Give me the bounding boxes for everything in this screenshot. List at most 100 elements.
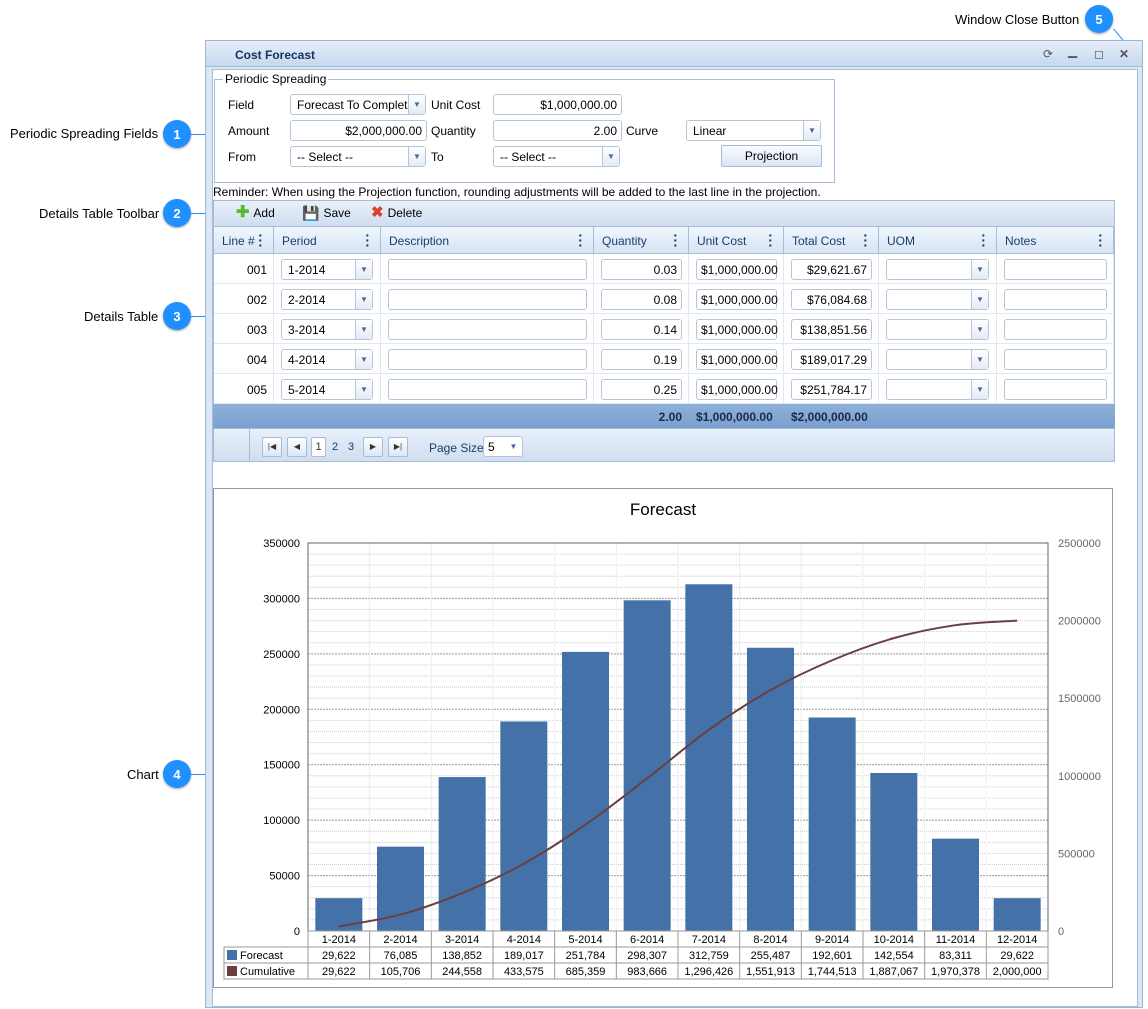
period-select[interactable]: 1-2014 ▼ bbox=[281, 259, 373, 280]
column-menu-icon[interactable]: · · · bbox=[578, 228, 583, 252]
unit-cost-input[interactable]: $1,000,000.00 bbox=[493, 94, 622, 115]
chevron-down-icon[interactable]: ▼ bbox=[355, 380, 372, 399]
from-select[interactable]: -- Select -- ▼ bbox=[290, 146, 426, 167]
minimize-icon[interactable]: ▁ bbox=[1068, 44, 1077, 58]
total-cost-input[interactable]: $251,784.17 bbox=[791, 379, 872, 400]
notes-input[interactable] bbox=[1004, 349, 1107, 370]
uom-select[interactable]: ▼ bbox=[886, 319, 989, 340]
last-page-button[interactable]: ▶| bbox=[388, 437, 408, 457]
column-menu-icon[interactable]: · · · bbox=[863, 228, 868, 252]
table-row[interactable]: 005 5-2014 ▼ 0.25 $1,000,000.00 $251,784.17 ▼ bbox=[214, 374, 1114, 404]
table-row[interactable]: 004 4-2014 ▼ 0.19 $1,000,000.00 $189,017.29 ▼ bbox=[214, 344, 1114, 374]
uom-select[interactable]: ▼ bbox=[886, 379, 989, 400]
curve-select[interactable]: Linear ▼ bbox=[686, 120, 821, 141]
quantity-input[interactable]: 0.03 bbox=[601, 259, 682, 280]
unit-cost-input[interactable]: $1,000,000.00 bbox=[696, 379, 778, 400]
column-header-period[interactable]: Period · · · bbox=[274, 227, 381, 254]
chevron-down-icon[interactable]: ▼ bbox=[971, 350, 988, 369]
chevron-down-icon[interactable]: ▼ bbox=[971, 320, 988, 339]
page-3-link[interactable]: 3 bbox=[348, 441, 354, 453]
page-1-button[interactable]: 1 bbox=[311, 437, 326, 457]
prev-page-button[interactable]: ◀ bbox=[287, 437, 307, 457]
chevron-down-icon[interactable]: ▼ bbox=[408, 95, 425, 114]
page-2-link[interactable]: 2 bbox=[332, 441, 338, 453]
column-header-notes[interactable]: Notes · · · bbox=[997, 227, 1114, 254]
unit-cost-input[interactable]: $1,000,000.00 bbox=[696, 349, 778, 370]
quantity-input[interactable]: 0.08 bbox=[601, 289, 682, 310]
amount-input[interactable]: $2,000,000.00 bbox=[290, 120, 427, 141]
uom-select[interactable]: ▼ bbox=[886, 349, 989, 370]
period-select[interactable]: 3-2014 ▼ bbox=[281, 319, 373, 340]
chevron-down-icon[interactable]: ▼ bbox=[505, 437, 522, 456]
field-select[interactable]: Forecast To Complet ▼ bbox=[290, 94, 426, 115]
description-input[interactable] bbox=[388, 379, 587, 400]
chevron-down-icon[interactable]: ▼ bbox=[408, 147, 425, 166]
total-cost-input[interactable]: $138,851.56 bbox=[791, 319, 872, 340]
chevron-down-icon[interactable]: ▼ bbox=[971, 380, 988, 399]
window-titlebar[interactable]: Cost Forecast ⟳ ▁ ◻ ✕ bbox=[206, 41, 1142, 67]
notes-input[interactable] bbox=[1004, 319, 1107, 340]
next-page-button[interactable]: ▶ bbox=[363, 437, 383, 457]
total-cost-input[interactable]: $189,017.29 bbox=[791, 349, 872, 370]
description-input[interactable] bbox=[388, 349, 587, 370]
quantity-input[interactable]: 2.00 bbox=[493, 120, 622, 141]
quantity-input[interactable]: 0.19 bbox=[601, 349, 682, 370]
column-header-line-number[interactable]: Line # · · · bbox=[214, 227, 274, 254]
from-value: -- Select -- bbox=[297, 150, 354, 164]
quantity-input[interactable]: 0.25 bbox=[601, 379, 682, 400]
column-header-unit-cost[interactable]: Unit Cost · · · bbox=[689, 227, 784, 254]
first-page-button[interactable]: |◀ bbox=[262, 437, 282, 457]
to-select[interactable]: -- Select -- ▼ bbox=[493, 146, 620, 167]
description-input[interactable] bbox=[388, 289, 587, 310]
column-menu-icon[interactable]: · · · bbox=[258, 228, 263, 252]
total-cost-input[interactable]: $76,084.68 bbox=[791, 289, 872, 310]
chevron-down-icon[interactable]: ▼ bbox=[971, 290, 988, 309]
maximize-icon[interactable]: ◻ bbox=[1094, 47, 1104, 61]
uom-select[interactable]: ▼ bbox=[886, 259, 989, 280]
column-header-quantity[interactable]: Quantity · · · bbox=[594, 227, 689, 254]
delete-button[interactable]: ✖ Delete bbox=[371, 205, 422, 220]
add-button[interactable]: ✚ Add bbox=[236, 205, 275, 221]
column-menu-icon[interactable]: · · · bbox=[673, 228, 678, 252]
column-menu-icon[interactable]: · · · bbox=[365, 228, 370, 252]
description-input[interactable] bbox=[388, 319, 587, 340]
column-menu-icon[interactable]: · · · bbox=[1098, 228, 1103, 252]
chevron-down-icon[interactable]: ▼ bbox=[602, 147, 619, 166]
table-row[interactable]: 003 3-2014 ▼ 0.14 $1,000,000.00 $138,851.56 ▼ bbox=[214, 314, 1114, 344]
column-header-uom[interactable]: UOM · · · bbox=[879, 227, 997, 254]
unit-cost-input[interactable]: $1,000,000.00 bbox=[696, 259, 778, 280]
chevron-down-icon[interactable]: ▼ bbox=[803, 121, 820, 140]
chevron-down-icon[interactable]: ▼ bbox=[971, 260, 988, 279]
column-menu-icon[interactable]: · · · bbox=[768, 228, 773, 252]
page-size-select[interactable]: 5 ▼ bbox=[483, 436, 523, 457]
chevron-down-icon[interactable]: ▼ bbox=[355, 350, 372, 369]
chevron-down-icon[interactable]: ▼ bbox=[355, 290, 372, 309]
close-icon[interactable]: ✕ bbox=[1119, 47, 1129, 61]
unit-cost-input[interactable]: $1,000,000.00 bbox=[696, 289, 778, 310]
notes-input[interactable] bbox=[1004, 289, 1107, 310]
save-button[interactable]: 💾 Save bbox=[302, 206, 351, 220]
projection-button[interactable]: Projection bbox=[721, 145, 822, 167]
period-select[interactable]: 2-2014 ▼ bbox=[281, 289, 373, 310]
chevron-down-icon[interactable]: ▼ bbox=[355, 260, 372, 279]
description-input[interactable] bbox=[388, 259, 587, 280]
quantity-input[interactable]: 0.14 bbox=[601, 319, 682, 340]
column-menu-icon[interactable]: · · · bbox=[981, 228, 986, 252]
notes-input[interactable] bbox=[1004, 259, 1107, 280]
bar-forecast bbox=[932, 838, 979, 931]
table-row[interactable]: 001 1-2014 ▼ 0.03 $1,000,000.00 $29,621.67 ▼ bbox=[214, 254, 1114, 284]
period-value: 5-2014 bbox=[288, 383, 326, 397]
table-row[interactable]: 002 2-2014 ▼ 0.08 $1,000,000.00 $76,084.68 ▼ bbox=[214, 284, 1114, 314]
period-select[interactable]: 4-2014 ▼ bbox=[281, 349, 373, 370]
column-header-description[interactable]: Description · · · bbox=[381, 227, 594, 254]
cell-quantity: 0.19 bbox=[594, 344, 689, 374]
uom-select[interactable]: ▼ bbox=[886, 289, 989, 310]
column-header-total-cost[interactable]: Total Cost · · · bbox=[784, 227, 879, 254]
total-cost-input[interactable]: $29,621.67 bbox=[791, 259, 872, 280]
period-select[interactable]: 5-2014 ▼ bbox=[281, 379, 373, 400]
notes-input[interactable] bbox=[1004, 379, 1107, 400]
data-label-cumulative: 2,000,000 bbox=[993, 966, 1042, 978]
chevron-down-icon[interactable]: ▼ bbox=[355, 320, 372, 339]
refresh-icon[interactable]: ⟳ bbox=[1043, 47, 1053, 61]
unit-cost-input[interactable]: $1,000,000.00 bbox=[696, 319, 778, 340]
